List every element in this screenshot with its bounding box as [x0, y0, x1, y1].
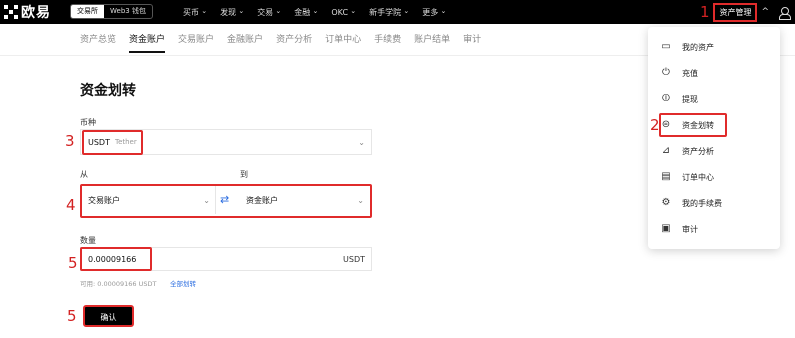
top-right-controls: 资产管理 ^ — [713, 0, 791, 24]
tab-funding-account[interactable]: 资金账户 — [129, 24, 166, 56]
tab-asset-analysis[interactable]: 资产分析 — [276, 24, 312, 56]
nav-learn[interactable]: 新手学院 — [369, 7, 409, 18]
confirm-button[interactable]: 确认 — [83, 305, 134, 327]
main-nav: 买币 发现 交易 金融 OKC 新手学院 更多 — [183, 0, 459, 24]
tab-statements[interactable]: 账户结单 — [414, 24, 450, 56]
analysis-icon: ⊿ — [661, 145, 671, 156]
menu-item-deposit[interactable]: ⏻ 充值 — [660, 65, 698, 81]
tab-asset-overview[interactable]: 资产总览 — [80, 24, 116, 56]
menu-item-my-assets[interactable]: ▭ 我的资产 — [660, 39, 714, 55]
tab-fees[interactable]: 手续费 — [374, 24, 401, 56]
withdraw-icon: ⏼ — [662, 93, 670, 104]
chevron-up-icon[interactable]: ^ — [761, 7, 769, 17]
menu-item-order-center[interactable]: ▤ 订单中心 — [660, 169, 714, 185]
nav-buy-crypto[interactable]: 买币 — [183, 7, 207, 18]
fee-icon: ⚙ — [661, 197, 671, 208]
platform-switch: 交易所 Web3 钱包 — [70, 4, 153, 19]
nav-more[interactable]: 更多 — [422, 7, 446, 18]
from-label: 从 — [80, 170, 88, 179]
annotation-3: 3 — [65, 132, 75, 150]
nav-okc[interactable]: OKC — [331, 8, 356, 17]
exchange-tab[interactable]: 交易所 — [71, 5, 104, 18]
wallet-icon: ▭ — [661, 41, 671, 52]
highlight-accounts — [80, 184, 372, 218]
nav-trade[interactable]: 交易 — [257, 7, 281, 18]
to-label: 到 — [240, 170, 248, 179]
top-navigation-bar: 欧易 交易所 Web3 钱包 买币 发现 交易 金融 OKC 新手学院 更多 资… — [0, 0, 795, 24]
asset-management-button[interactable]: 资产管理 — [713, 2, 758, 22]
amount-unit: USDT — [343, 254, 365, 264]
order-icon: ▤ — [661, 171, 671, 182]
tab-trading-account[interactable]: 交易账户 — [178, 24, 214, 56]
brand-name: 欧易 — [21, 5, 51, 21]
user-icon[interactable] — [779, 6, 791, 20]
currency-label: 币种 — [80, 118, 96, 127]
annotation-2: 2 — [650, 116, 660, 134]
transfer-all-link[interactable]: 全部划转 — [170, 278, 196, 288]
tab-audit[interactable]: 审计 — [463, 24, 481, 56]
tab-finance-account[interactable]: 金融账户 — [227, 24, 263, 56]
highlight-currency — [82, 130, 143, 155]
annotation-1: 1 — [700, 3, 710, 21]
brand-logo[interactable]: 欧易 — [4, 3, 51, 21]
menu-item-audit[interactable]: ▣ 审计 — [660, 221, 698, 237]
annotation-4: 4 — [66, 196, 76, 214]
asset-management-dropdown: ▭ 我的资产 ⏻ 充值 ⏼ 提现 ⊜ 资金划转 ⊿ 资产分析 ▤ 订单中心 ⚙ … — [648, 27, 780, 249]
highlight-transfer-menu — [659, 113, 727, 137]
highlight-amount — [80, 247, 152, 271]
menu-item-withdraw[interactable]: ⏼ 提现 — [660, 91, 698, 107]
annotation-5-amount: 5 — [68, 254, 78, 272]
menu-item-my-fees[interactable]: ⚙ 我的手续费 — [660, 195, 722, 211]
web3-wallet-tab[interactable]: Web3 钱包 — [104, 5, 152, 18]
nav-discover[interactable]: 发现 — [220, 7, 244, 18]
okx-logo-icon — [4, 5, 18, 19]
page-title: 资金划转 — [80, 83, 136, 99]
nav-finance[interactable]: 金融 — [294, 7, 318, 18]
tab-order-center[interactable]: 订单中心 — [325, 24, 361, 56]
available-balance: 可用: 0.00009166 USDT — [80, 280, 157, 288]
annotation-5-confirm: 5 — [67, 307, 77, 325]
audit-icon: ▣ — [661, 223, 671, 234]
amount-label: 数量 — [80, 236, 96, 245]
deposit-icon: ⏻ — [662, 67, 670, 78]
chevron-down-icon: ⌄ — [358, 138, 365, 147]
menu-item-asset-analysis[interactable]: ⊿ 资产分析 — [660, 143, 714, 159]
